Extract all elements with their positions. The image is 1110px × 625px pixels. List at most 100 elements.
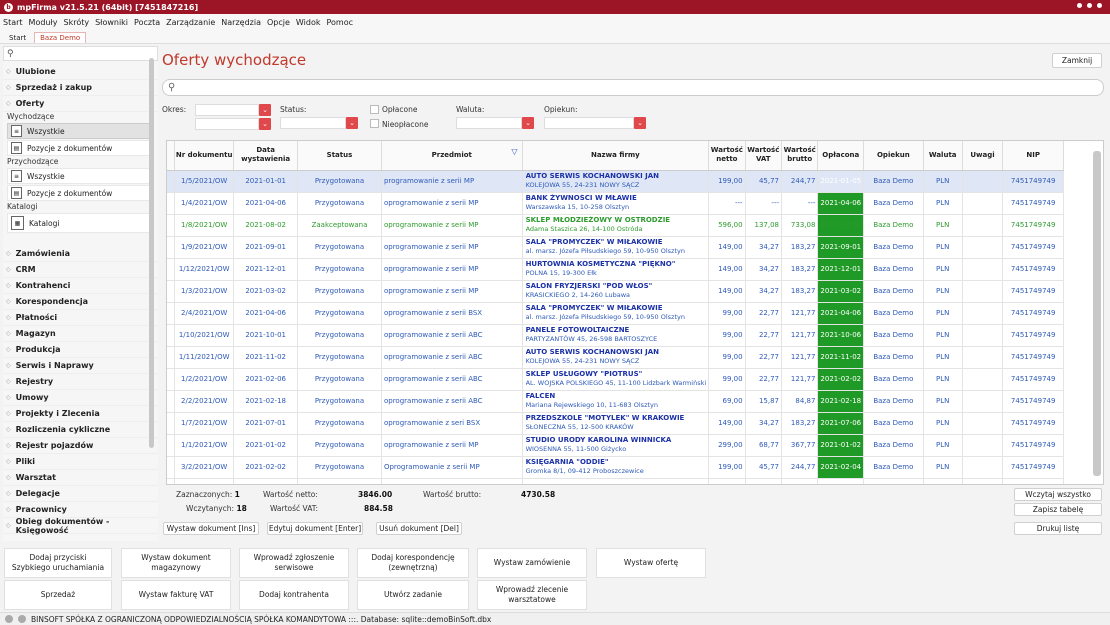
window-control-dot[interactable] [1097,3,1102,8]
create-task-button[interactable]: Utwórz zadanie [357,580,469,610]
column-header[interactable]: Nazwa firmy [522,141,710,171]
print-list-button[interactable]: Drukuj listę [1014,522,1102,535]
table-row[interactable]: CUKIERNIA "KAJMAK" [167,478,1103,484]
table-row[interactable]: 1/7/2021/OW 2021-07-01 Przygotowana oprogra… [167,412,1103,435]
chevron-down-icon[interactable]: ⌄ [522,117,534,129]
sidebar-section-sprzedaz[interactable]: ◇ Sprzedaż i zakup [3,80,158,96]
sidebar-section[interactable]: ◇ Pliki [3,454,158,470]
table-row[interactable]: 1/3/2021/OW 2021-03-02 Przygotowana oprogra… [167,280,1103,303]
tab-start[interactable]: Start [4,33,31,43]
filter-icon[interactable]: ▽ [511,147,517,156]
save-table-button[interactable]: Zapisz tabelę [1014,503,1102,516]
window-control-dot[interactable] [1077,3,1082,8]
table-row[interactable]: 3/2/2021/OW 2021-02-02 Przygotowana Oprogra… [167,456,1103,479]
chevron-down-icon[interactable]: ⌄ [259,104,271,116]
sidebar-section-ulubione[interactable]: ◇ Ulubione [3,64,158,80]
opiekun-select[interactable] [544,117,634,129]
load-all-button[interactable]: Wczytaj wszystko [1014,488,1102,501]
menu-pomoc[interactable]: Pomoc [326,18,353,27]
waluta-select[interactable] [456,117,522,129]
table-row[interactable]: 1/9/2021/OW 2021-09-01 Przygotowana oprogra… [167,236,1103,259]
sidebar-item-katalogi[interactable]: ▦ Katalogi [7,213,150,233]
sidebar-scrollbar[interactable] [149,58,154,448]
column-header[interactable]: Status [297,141,382,171]
menu-narzedzia[interactable]: Narzędzia [221,18,261,27]
chevron-down-icon[interactable]: ⌄ [259,118,271,130]
column-header[interactable]: Wartość brutto [781,141,819,171]
sidebar-section[interactable]: ◇ Zamówienia [3,246,158,262]
sidebar-section[interactable]: ◇ Obieg dokumentów - Księgowość [3,517,158,535]
window-controls[interactable] [1077,3,1102,8]
table-scrollbar[interactable] [1093,151,1101,476]
table-row[interactable]: 1/8/2021/OW 2021-08-02 Zaakceptowana oprogr… [167,214,1103,237]
sidebar-section[interactable]: ◇ Korespondencja [3,294,158,310]
column-header[interactable]: Waluta [923,141,963,171]
okres-from-input[interactable] [195,104,259,116]
sidebar-section[interactable]: ◇ Warsztat [3,470,158,486]
column-header[interactable]: Przedmiot ▽ [381,141,523,171]
column-header[interactable]: Uwagi [962,141,1004,171]
column-header[interactable]: Nr dokumentu [174,141,235,171]
add-correspondence-button[interactable]: Dodaj korespondencję (zewnętrzną) [357,548,469,578]
menu-opcje[interactable]: Opcje [267,18,290,27]
menu-moduly[interactable]: Moduły [29,18,58,27]
sidebar-section[interactable]: ◇ Rejestr pojazdów [3,438,158,454]
column-header[interactable]: NIP [1002,141,1065,171]
edit-document-button[interactable]: Edytuj dokument [Enter] [267,522,363,535]
issue-offer-button[interactable]: Wystaw ofertę [596,548,706,578]
column-header[interactable]: Data wystawienia [233,141,298,171]
chevron-down-icon[interactable]: ⌄ [634,117,646,129]
oplacone-checkbox[interactable] [370,105,379,114]
sidebar-section[interactable]: ◇ Produkcja [3,342,158,358]
sidebar-section[interactable]: ◇ Rozliczenia cykliczne [3,422,158,438]
table-row[interactable]: 1/10/2021/OW 2021-10-01 Przygotowana oprogr… [167,324,1103,347]
close-button[interactable]: Zamknij [1052,53,1102,68]
column-header[interactable]: Wartość VAT [745,141,783,171]
sidebar-section[interactable]: ◇ Płatności [3,310,158,326]
column-header[interactable]: Opiekun [863,141,924,171]
sales-button[interactable]: Sprzedaż [4,580,112,610]
sidebar-item-przychodzace-pozycje[interactable]: ▤ Pozycje z dokumentów [7,185,150,201]
delete-document-button[interactable]: Usuń dokument [Del] [376,522,462,535]
table-row[interactable]: 1/5/2021/OW 2021-01-01 Przygotowana program… [167,170,1103,193]
chevron-down-icon[interactable]: ⌄ [346,117,358,129]
issue-order-button[interactable]: Wystaw zamówienie [477,548,587,578]
sidebar-section[interactable]: ◇ Rejestry [3,374,158,390]
menu-poczta[interactable]: Poczta [134,18,160,27]
sidebar-section[interactable]: ◇ Kontrahenci [3,278,158,294]
sidebar-section-oferty[interactable]: ◇ Oferty [3,96,158,112]
sidebar-section[interactable]: ◇ Delegacje [3,486,158,502]
menu-start[interactable]: Start [3,18,23,27]
table-row[interactable]: 2/2/2021/OW 2021-02-18 Przygotowana oprogra… [167,390,1103,413]
column-header[interactable]: Wartość netto [708,141,746,171]
nieoplacone-checkbox[interactable] [370,119,379,128]
issue-document-button[interactable]: Wystaw dokument [Ins] [163,522,259,535]
menu-widok[interactable]: Widok [296,18,321,27]
sidebar-item-przychodzace-wszystkie[interactable]: ≡ Wszystkie [7,168,150,184]
window-control-dot[interactable] [1087,3,1092,8]
add-shortcuts-button[interactable]: Dodaj przyciski Szybkiego uruchamiania [4,548,112,578]
table-row[interactable]: 1/11/2021/OW 2021-11-02 Przygotowana oprogr… [167,346,1103,369]
sidebar-section[interactable]: ◇ Umowy [3,390,158,406]
sidebar-item-wychodzace-pozycje[interactable]: ▤ Pozycje z dokumentów [7,140,150,156]
table-row[interactable]: 1/1/2021/OW 2021-01-02 Przygotowana oprogra… [167,434,1103,457]
sidebar-section[interactable]: ◇ Projekty i Zlecenia [3,406,158,422]
service-report-button[interactable]: Wprowadź zgłoszenie serwisowe [239,548,349,578]
table-row[interactable]: 1/4/2021/OW 2021-04-06 Przygotowana oprogra… [167,192,1103,215]
column-header[interactable]: Opłacona [817,141,865,171]
sidebar-search-input[interactable]: ⚲ [3,46,158,61]
menu-skroty[interactable]: Skróty [64,18,90,27]
tab-baza-demo[interactable]: Baza Demo [34,32,87,43]
status-select[interactable] [280,117,346,129]
sidebar-item-wychodzace-wszystkie[interactable]: ≡ Wszystkie [7,123,150,139]
table-row[interactable]: 2/4/2021/OW 2021-04-06 Przygotowana oprogra… [167,302,1103,325]
add-contractor-button[interactable]: Dodaj kontrahenta [239,580,349,610]
sidebar-section[interactable]: ◇ Magazyn [3,326,158,342]
table-row[interactable]: 1/12/2021/OW 2021-12-01 Przygotowana oprogr… [167,258,1103,281]
search-input[interactable]: ⚲ [162,79,1104,96]
sidebar-section[interactable]: ◇ Serwis i Naprawy [3,358,158,374]
okres-to-input[interactable] [195,118,259,130]
menu-zarzadzanie[interactable]: Zarządzanie [166,18,215,27]
issue-vat-invoice-button[interactable]: Wystaw fakturę VAT [121,580,231,610]
workshop-order-button[interactable]: Wprowadź zlecenie warsztatowe [477,580,587,610]
